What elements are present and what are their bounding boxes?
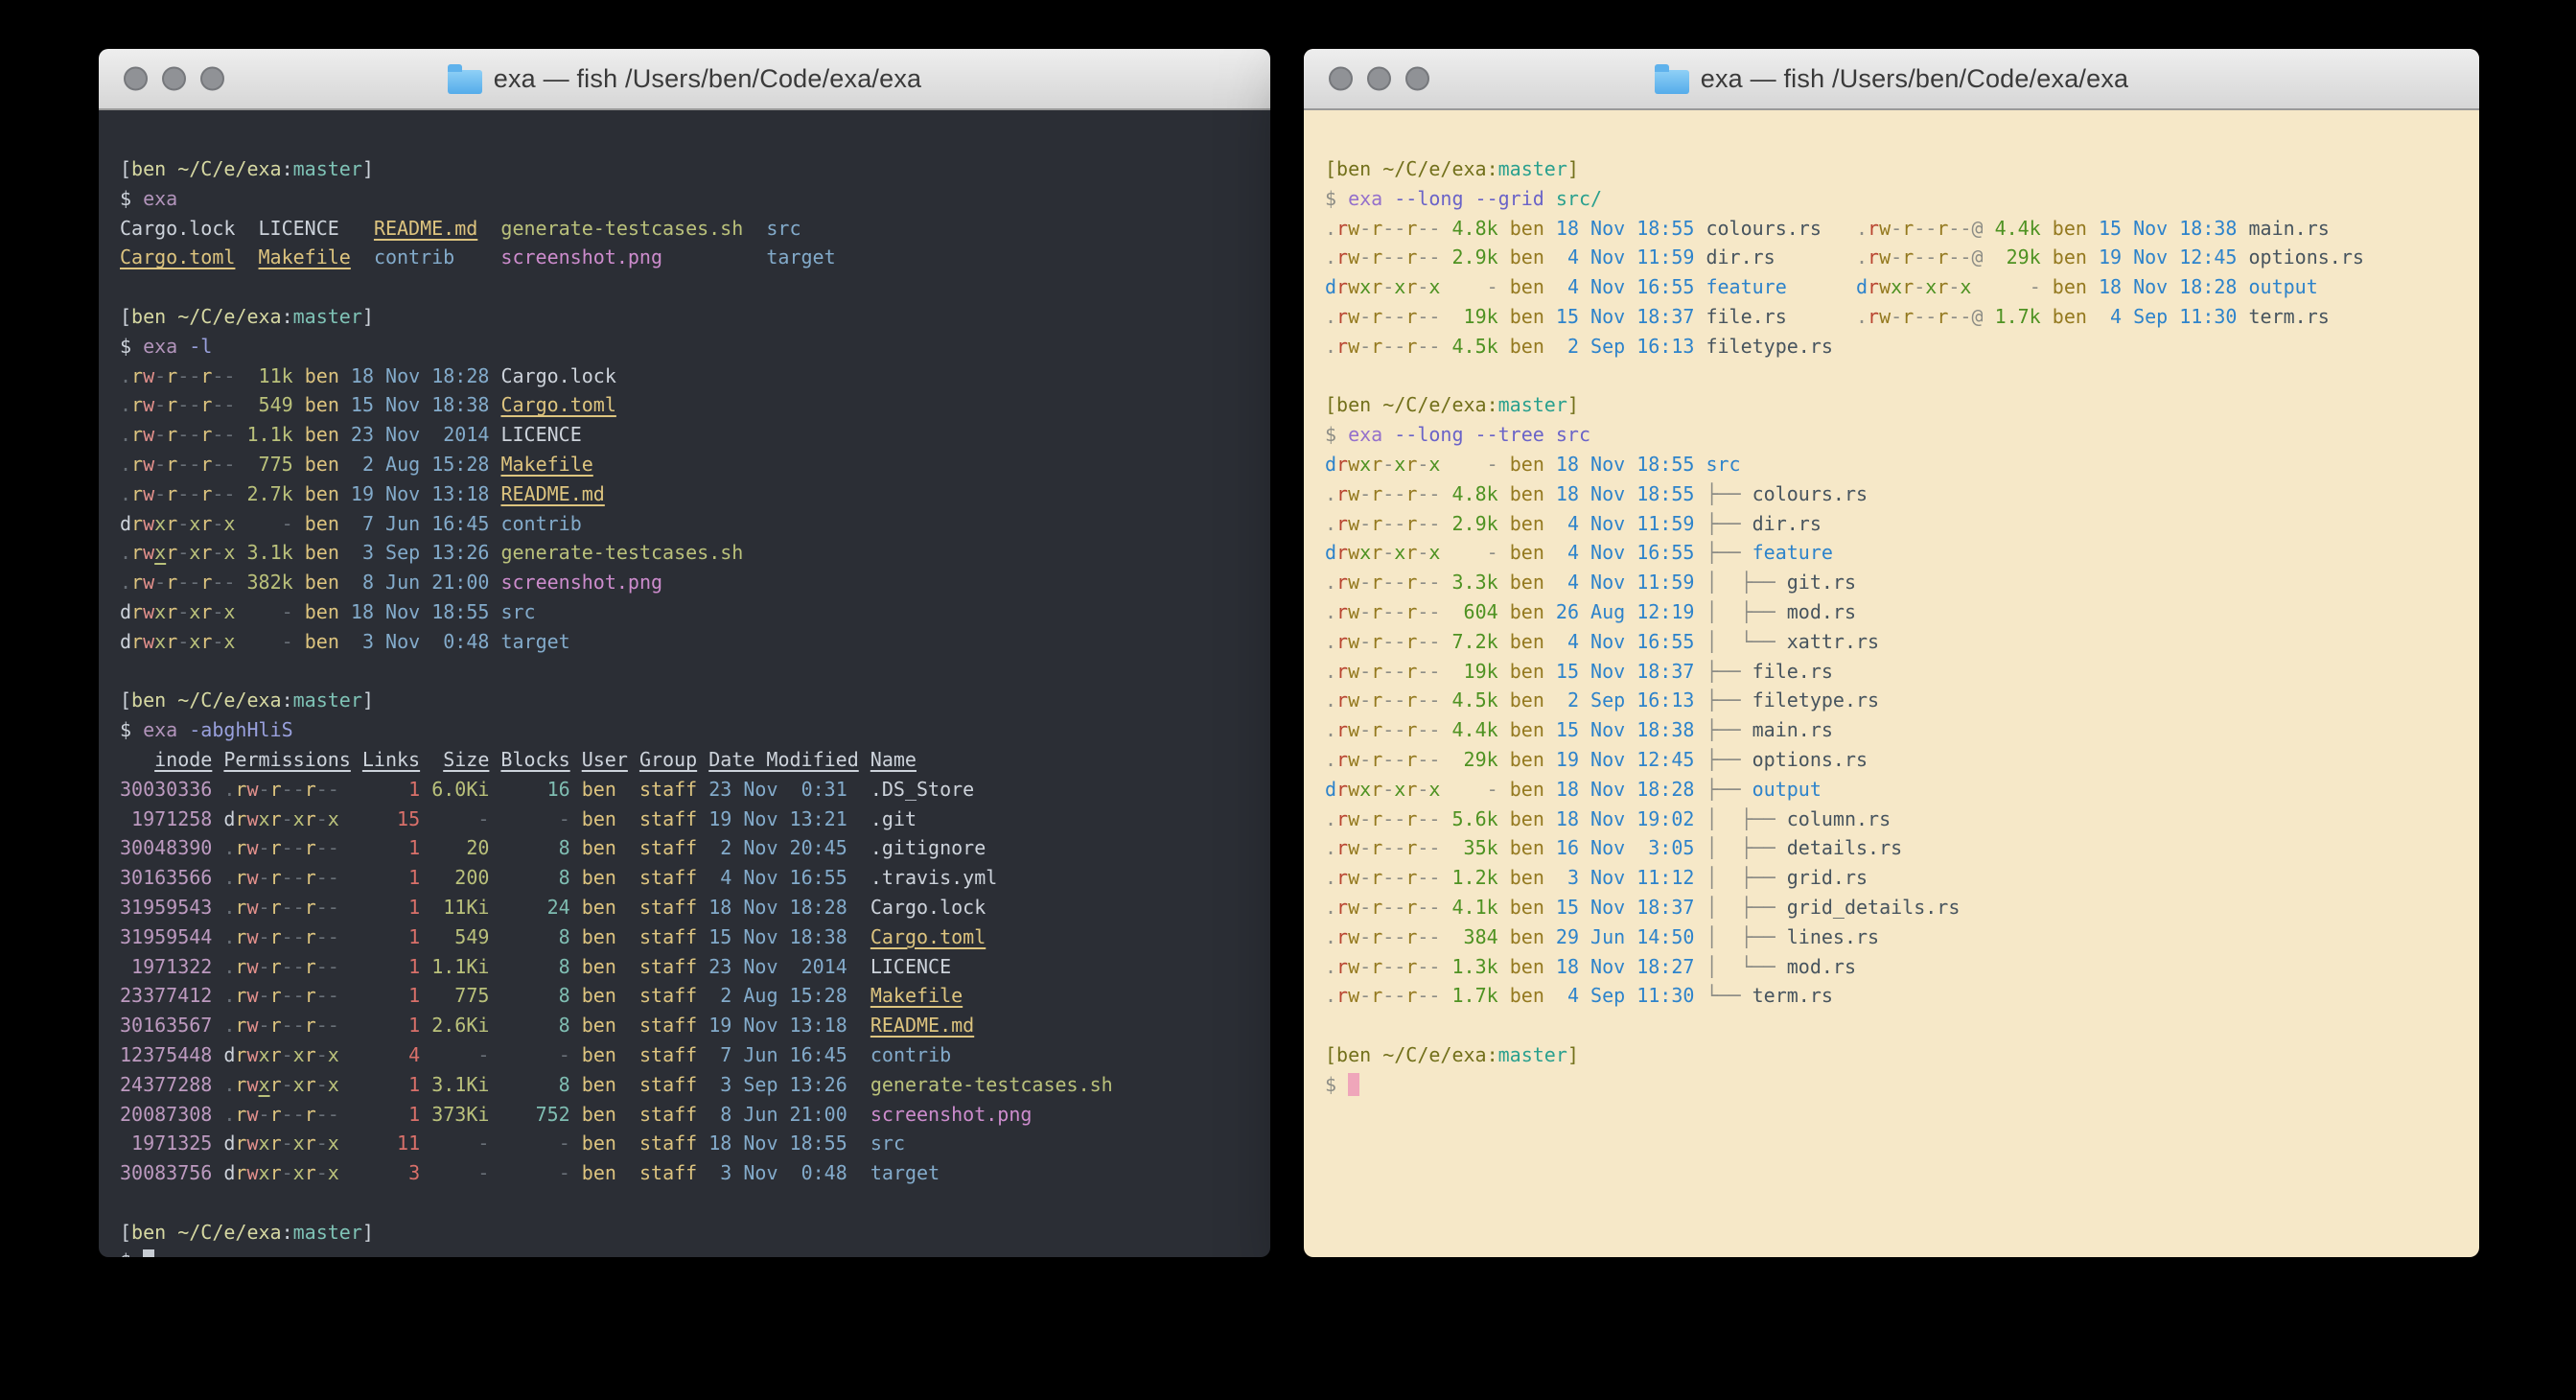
- terminal-line: $ exa -l: [120, 332, 1270, 362]
- terminal-line: $: [1325, 1070, 2479, 1100]
- terminal-line: .rw-r--r-- 1.2k ben 3 Nov 11:12 │ ├── gr…: [1325, 863, 2479, 893]
- terminal-line: .rw-r--r-- 549 ben 15 Nov 18:38 Cargo.to…: [120, 390, 1270, 420]
- window-title-text: exa — fish /Users/ben/Code/exa/exa: [494, 64, 922, 94]
- terminal-line: .rw-r--r-- 4.1k ben 15 Nov 18:37 │ ├── g…: [1325, 893, 2479, 922]
- terminal-line: .rw-r--r-- 2.7k ben 19 Nov 13:18 README.…: [120, 479, 1270, 509]
- terminal-line: 30163566 .rw-r--r-- 1 200 8 ben staff 4 …: [120, 863, 1270, 893]
- zoom-button[interactable]: [200, 67, 224, 91]
- terminal-line: 1971258 drwxr-xr-x 15 - - ben staff 19 N…: [120, 805, 1270, 834]
- terminal-line: .rw-r--r-- 4.5k ben 2 Sep 16:13 filetype…: [1325, 332, 2479, 362]
- terminal-line: $ exa -abghHliS: [120, 715, 1270, 745]
- terminal-line: .rw-r--r-- 4.8k ben 18 Nov 18:55 ├── col…: [1325, 479, 2479, 509]
- terminal-line: .rw-r--r-- 19k ben 15 Nov 18:37 ├── file…: [1325, 657, 2479, 687]
- terminal-line: .rw-r--r-- 382k ben 8 Jun 21:00 screensh…: [120, 568, 1270, 597]
- terminal-line: 23377412 .rw-r--r-- 1 775 8 ben staff 2 …: [120, 981, 1270, 1011]
- terminal-line: $ exa --long --grid src/: [1325, 184, 2479, 214]
- terminal-line: [ben ~/C/e/exa:master]: [120, 1218, 1270, 1248]
- terminal-line: 31959544 .rw-r--r-- 1 549 8 ben staff 15…: [120, 922, 1270, 952]
- terminal-line: drwxr-xr-x - ben 18 Nov 18:55 src: [120, 597, 1270, 627]
- terminal-line: .rw-r--r-- 35k ben 16 Nov 3:05 │ ├── det…: [1325, 833, 2479, 863]
- close-button[interactable]: [124, 67, 148, 91]
- terminal-line: 30163567 .rw-r--r-- 1 2.6Ki 8 ben staff …: [120, 1011, 1270, 1040]
- terminal-line: drwxr-xr-x - ben 18 Nov 18:28 ├── output: [1325, 775, 2479, 805]
- cursor: [1348, 1073, 1359, 1096]
- terminal-line: $ exa --long --tree src: [1325, 420, 2479, 450]
- terminal-line: [ben ~/C/e/exa:master]: [1325, 390, 2479, 420]
- terminal-line: [120, 1188, 1270, 1218]
- terminal-line: .rw-r--r-- 5.6k ben 18 Nov 19:02 │ ├── c…: [1325, 805, 2479, 834]
- terminal-line: .rw-r--r-- 7.2k ben 4 Nov 16:55 │ └── xa…: [1325, 627, 2479, 657]
- window-titlebar[interactable]: exa — fish /Users/ben/Code/exa/exa: [1304, 49, 2479, 110]
- terminal-line: [ben ~/C/e/exa:master]: [120, 154, 1270, 184]
- terminal-line: inode Permissions Links Size Blocks User…: [120, 745, 1270, 775]
- folder-icon: [1655, 70, 1689, 94]
- terminal-line: 20087308 .rw-r--r-- 1 373Ki 752 ben staf…: [120, 1100, 1270, 1130]
- terminal-line: .rw-r--r-- 29k ben 19 Nov 12:45 ├── opti…: [1325, 745, 2479, 775]
- terminal-line: .rw-r--r-- 1.1k ben 23 Nov 2014 LICENCE: [120, 420, 1270, 450]
- minimize-button[interactable]: [162, 67, 186, 91]
- right-terminal-window: exa — fish /Users/ben/Code/exa/exa [ben …: [1304, 49, 2479, 1257]
- terminal-line: .rwxr-xr-x 3.1k ben 3 Sep 13:26 generate…: [120, 538, 1270, 568]
- terminal-line: .rw-r--r-- 2.9k ben 4 Nov 11:59 dir.rs .…: [1325, 243, 2479, 272]
- terminal-line: [120, 272, 1270, 302]
- terminal-line: $: [120, 1247, 1270, 1257]
- folder-icon: [448, 70, 482, 94]
- terminal-line: 1971322 .rw-r--r-- 1 1.1Ki 8 ben staff 2…: [120, 952, 1270, 982]
- terminal-output[interactable]: [ben ~/C/e/exa:master]$ exaCargo.lock LI…: [99, 129, 1270, 1257]
- terminal-line: [1325, 1011, 2479, 1040]
- terminal-line: [ben ~/C/e/exa:master]: [1325, 1040, 2479, 1070]
- window-title-text: exa — fish /Users/ben/Code/exa/exa: [1701, 64, 2129, 94]
- terminal-line: [1325, 362, 2479, 391]
- terminal-line: .rw-r--r-- 775 ben 2 Aug 15:28 Makefile: [120, 450, 1270, 479]
- terminal-line: drwxr-xr-x - ben 3 Nov 0:48 target: [120, 627, 1270, 657]
- left-terminal-window: exa — fish /Users/ben/Code/exa/exa [ben …: [99, 49, 1270, 1257]
- terminal-line: 30083756 drwxr-xr-x 3 - - ben staff 3 No…: [120, 1158, 1270, 1188]
- terminal-line: drwxr-xr-x - ben 18 Nov 18:55 src: [1325, 450, 2479, 479]
- terminal-line: drwxr-xr-x - ben 4 Nov 16:55 ├── feature: [1325, 538, 2479, 568]
- terminal-line: [120, 657, 1270, 687]
- terminal-line: 12375448 drwxr-xr-x 4 - - ben staff 7 Ju…: [120, 1040, 1270, 1070]
- terminal-line: .rw-r--r-- 1.7k ben 4 Sep 11:30 └── term…: [1325, 981, 2479, 1011]
- terminal-line: [ben ~/C/e/exa:master]: [120, 686, 1270, 715]
- terminal-line: 31959543 .rw-r--r-- 1 11Ki 24 ben staff …: [120, 893, 1270, 922]
- terminal-line: $ exa: [120, 184, 1270, 214]
- minimize-button[interactable]: [1367, 67, 1391, 91]
- traffic-lights: [1329, 67, 1429, 91]
- terminal-line: .rw-r--r-- 3.3k ben 4 Nov 11:59 │ ├── gi…: [1325, 568, 2479, 597]
- window-title: exa — fish /Users/ben/Code/exa/exa: [448, 64, 922, 94]
- terminal-line: Cargo.toml Makefile contrib screenshot.p…: [120, 243, 1270, 272]
- terminal-line: .rw-r--r-- 4.5k ben 2 Sep 16:13 ├── file…: [1325, 686, 2479, 715]
- terminal-line: 24377288 .rwxr-xr-x 1 3.1Ki 8 ben staff …: [120, 1070, 1270, 1100]
- terminal-line: .rw-r--r-- 11k ben 18 Nov 18:28 Cargo.lo…: [120, 362, 1270, 391]
- terminal-line: [ben ~/C/e/exa:master]: [120, 302, 1270, 332]
- terminal-line: .rw-r--r-- 2.9k ben 4 Nov 11:59 ├── dir.…: [1325, 509, 2479, 539]
- terminal-line: .rw-r--r-- 19k ben 15 Nov 18:37 file.rs …: [1325, 302, 2479, 332]
- cursor: [143, 1249, 154, 1257]
- desktop: { "chrome": { "traffic_buttons": ["close…: [0, 0, 2576, 1400]
- terminal-line: 1971325 drwxr-xr-x 11 - - ben staff 18 N…: [120, 1129, 1270, 1158]
- terminal-line: drwxr-xr-x - ben 4 Nov 16:55 feature drw…: [1325, 272, 2479, 302]
- terminal-line: .rw-r--r-- 384 ben 29 Jun 14:50 │ ├── li…: [1325, 922, 2479, 952]
- terminal-line: 30048390 .rw-r--r-- 1 20 8 ben staff 2 N…: [120, 833, 1270, 863]
- terminal-line: 30030336 .rw-r--r-- 1 6.0Ki 16 ben staff…: [120, 775, 1270, 805]
- terminal-line: .rw-r--r-- 1.3k ben 18 Nov 18:27 │ └── m…: [1325, 952, 2479, 982]
- terminal-output[interactable]: [ben ~/C/e/exa:master]$ exa --long --gri…: [1304, 129, 2479, 1100]
- terminal-line: drwxr-xr-x - ben 7 Jun 16:45 contrib: [120, 509, 1270, 539]
- terminal-line: .rw-r--r-- 604 ben 26 Aug 12:19 │ ├── mo…: [1325, 597, 2479, 627]
- terminal-line: .rw-r--r-- 4.8k ben 18 Nov 18:55 colours…: [1325, 214, 2479, 244]
- window-title: exa — fish /Users/ben/Code/exa/exa: [1655, 64, 2129, 94]
- terminal-line: [ben ~/C/e/exa:master]: [1325, 154, 2479, 184]
- traffic-lights: [124, 67, 224, 91]
- terminal-line: Cargo.lock LICENCE README.md generate-te…: [120, 214, 1270, 244]
- close-button[interactable]: [1329, 67, 1353, 91]
- zoom-button[interactable]: [1405, 67, 1429, 91]
- terminal-line: .rw-r--r-- 4.4k ben 15 Nov 18:38 ├── mai…: [1325, 715, 2479, 745]
- window-titlebar[interactable]: exa — fish /Users/ben/Code/exa/exa: [99, 49, 1270, 110]
